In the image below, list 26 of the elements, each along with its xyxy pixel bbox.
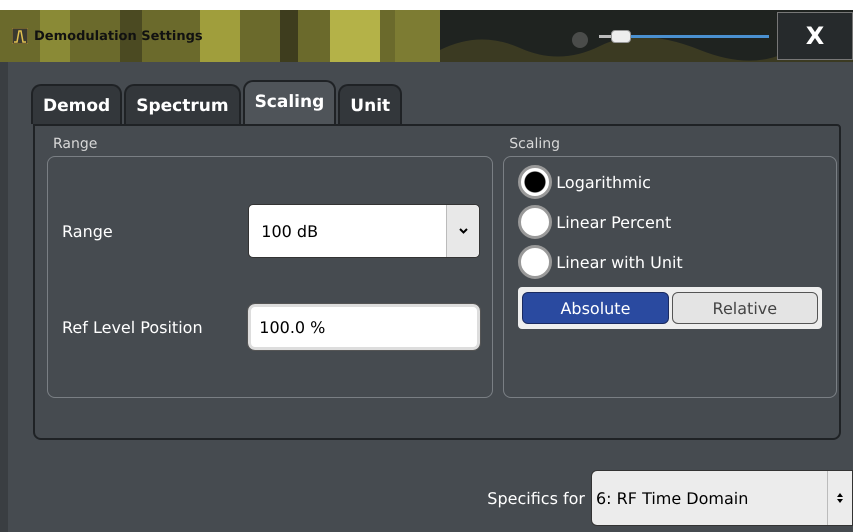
window-title: Demodulation Settings xyxy=(34,28,203,44)
tab[interactable]: Unit xyxy=(338,84,402,124)
close-button[interactable]: X xyxy=(777,12,853,60)
radio-label: Logarithmic xyxy=(556,172,651,192)
up-down-arrows-icon xyxy=(836,492,844,504)
tab[interactable]: Spectrum xyxy=(124,84,241,124)
radio-button[interactable] xyxy=(518,165,552,199)
ref-level-position-field[interactable]: 100.0 % xyxy=(248,304,480,350)
range-label: Range xyxy=(62,222,113,240)
ref-level-position-label: Ref Level Position xyxy=(62,318,203,336)
chevron-down-icon xyxy=(458,228,468,234)
specifics-dropdown[interactable]: 6: RF Time Domain xyxy=(591,470,853,526)
waveform-icon xyxy=(12,28,28,44)
radio-label: Linear with Unit xyxy=(556,252,683,272)
radio-button[interactable] xyxy=(518,245,552,279)
tab[interactable]: Scaling xyxy=(242,80,336,124)
radio-button[interactable] xyxy=(518,205,552,239)
specifics-label: Specifics for xyxy=(487,488,585,508)
group-title: Scaling xyxy=(508,135,561,154)
radio-label: Linear Percent xyxy=(556,212,672,232)
range-dropdown[interactable]: 100 dB xyxy=(248,204,480,258)
transparency-slider[interactable] xyxy=(599,30,769,42)
group-title: Range xyxy=(52,135,98,154)
toggle-button[interactable]: Absolute xyxy=(522,292,669,324)
tab[interactable]: Demod xyxy=(31,84,122,124)
toggle-button[interactable]: Relative xyxy=(672,292,818,324)
